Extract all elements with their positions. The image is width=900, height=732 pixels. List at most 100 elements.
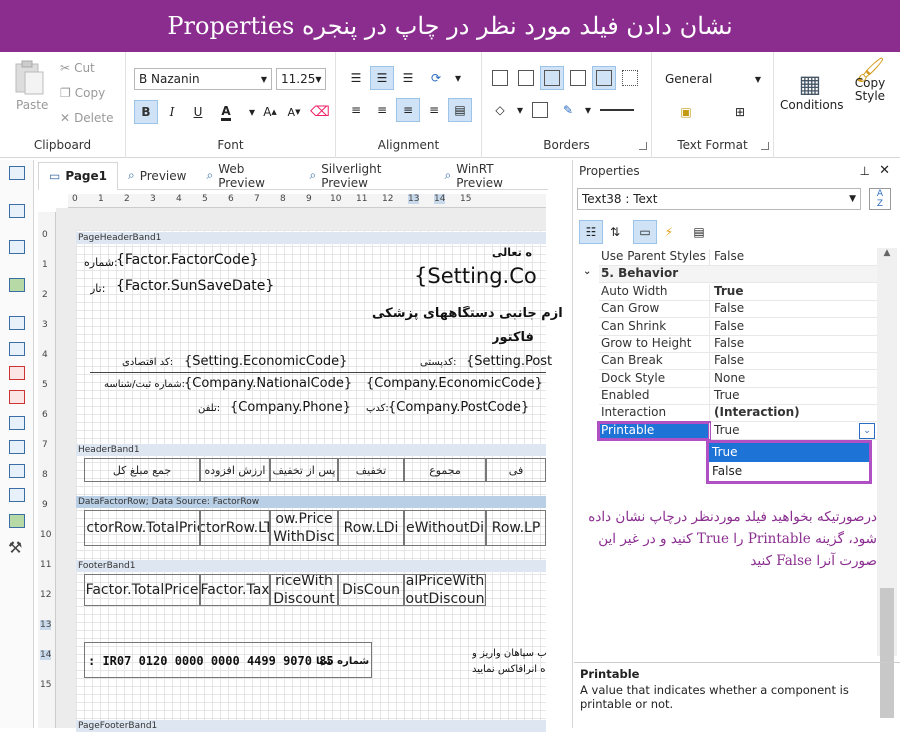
page-footer-band[interactable]: PageFooterBand1 — [76, 720, 546, 732]
pin-icon[interactable]: ⊥ — [860, 164, 870, 178]
format-alt-icon[interactable]: ⊞ — [728, 100, 752, 124]
events-icon[interactable]: ⚡ — [657, 220, 681, 244]
prop-interaction[interactable]: Interaction (Interaction) — [599, 405, 877, 423]
page-header-band[interactable]: PageHeaderBand1 — [76, 232, 546, 244]
eraser-icon[interactable]: ⌫ — [308, 100, 332, 124]
tab-page1[interactable]: ▭ Page1 — [38, 161, 118, 191]
categorized-icon[interactable]: ☷ — [579, 220, 603, 244]
tab-web-preview[interactable]: ⌕ Web Preview — [196, 162, 299, 190]
data-cell-tax[interactable]: {FactorRow.LTax} — [200, 510, 270, 546]
bold-button[interactable]: B — [134, 100, 158, 124]
tab-preview[interactable]: ⌕ Preview — [118, 162, 196, 190]
italic-button[interactable]: I — [160, 100, 184, 124]
header-cell-discount[interactable]: تخفیف — [338, 458, 404, 482]
rich-text-icon[interactable] — [9, 342, 25, 356]
properties-scrollbar[interactable]: ▲ — [877, 248, 897, 718]
align-center-icon[interactable]: ≡ — [370, 98, 394, 122]
grow-font-icon[interactable]: A ▲ — [258, 100, 282, 124]
align-left-icon[interactable]: ≡ — [344, 98, 368, 122]
align-bottom-icon[interactable]: ☰ — [396, 66, 420, 90]
word-wrap-icon[interactable]: ▤ — [448, 98, 472, 122]
shrink-font-icon[interactable]: A ▼ — [282, 100, 306, 124]
band-icon[interactable] — [9, 204, 25, 218]
sheba-number[interactable]: : IR07 0120 0000 0000 4499 9070 85 — [88, 654, 334, 668]
text-icon[interactable] — [9, 316, 25, 330]
data-cell-price-with-disc[interactable]: ow.Price WithDisc — [270, 510, 338, 546]
setting-company-field[interactable]: {Setting.Co — [414, 264, 537, 288]
underline-button[interactable]: U — [186, 100, 210, 124]
launcher-icon[interactable] — [639, 142, 647, 150]
dropdown-option-true[interactable]: True — [709, 443, 869, 462]
prop-grow-to-height[interactable]: Grow to Height False — [599, 336, 877, 354]
align-justify-icon[interactable]: ≡ — [422, 98, 446, 122]
footer-cell-tax[interactable]: {Factor.Tax} — [200, 574, 270, 606]
properties-icon[interactable]: ▭ — [633, 220, 657, 244]
report-page[interactable]: PageHeaderBand1 {Factor.FactorCode} :شما… — [76, 230, 563, 732]
border-right-icon[interactable] — [566, 66, 590, 90]
cut-button[interactable]: ✂ Cut — [60, 61, 95, 75]
border-bottom-icon[interactable] — [592, 66, 616, 90]
report-icon[interactable] — [9, 166, 25, 180]
prop-can-break[interactable]: Can Break False — [599, 353, 877, 371]
text-format-select[interactable]: General ▼ — [660, 68, 766, 90]
border-all-icon[interactable] — [488, 66, 512, 90]
container-icon[interactable] — [9, 464, 25, 478]
economic-code-field[interactable]: {Setting.EconomicCode} — [184, 354, 347, 369]
dropdown-option-false[interactable]: False — [709, 462, 869, 481]
font-color-button[interactable]: A — [214, 100, 238, 124]
company-phone-field[interactable]: {Company.Phone} — [230, 400, 351, 415]
header-cell-price[interactable]: فی — [486, 458, 546, 482]
data-cell-without-disc[interactable]: eWithoutDi — [404, 510, 486, 546]
data-cell-total-price[interactable]: {FactorRow.TotalPrice} — [84, 510, 200, 546]
text-in-cells-icon[interactable] — [9, 366, 25, 380]
alphabetical-icon[interactable]: ⇅ — [603, 220, 627, 244]
tools-icon[interactable]: ⚒ — [8, 538, 22, 557]
border-style-select[interactable] — [594, 98, 640, 122]
company-economic-field[interactable]: {Company.EconomicCode} — [366, 376, 543, 391]
copy-button[interactable]: ❐ Copy — [60, 86, 105, 100]
data-cell-unit-price[interactable]: Row.LP — [486, 510, 546, 546]
font-family-select[interactable]: B Nazanin ▼ — [134, 68, 272, 90]
scroll-up-icon[interactable]: ▲ — [877, 248, 897, 258]
copy-style-button[interactable]: 🖌 Copy Style — [844, 58, 896, 103]
conditions-button[interactable]: ▦ Conditions — [780, 70, 844, 112]
prop-use-parent-styles[interactable]: Use Parent Styles False — [599, 249, 877, 267]
format-icon[interactable]: ▣ — [674, 100, 698, 124]
launcher-icon[interactable] — [761, 142, 769, 150]
image-band-icon[interactable] — [9, 278, 25, 292]
tab-silverlight-preview[interactable]: ⌕ Silverlight Preview — [299, 162, 434, 190]
shadow-icon[interactable] — [528, 98, 552, 122]
footer-cell-price-with-disc[interactable]: riceWith Discount — [270, 574, 338, 606]
rotate-text-icon[interactable]: ⟳ — [424, 66, 448, 90]
sys-text-icon[interactable] — [9, 390, 25, 404]
prop-can-shrink[interactable]: Can Shrink False — [599, 319, 877, 337]
header-band[interactable]: HeaderBand1 — [76, 444, 546, 456]
setting-post-field[interactable]: {Setting.Post — [466, 354, 552, 369]
chevron-down-icon[interactable]: ▾ — [446, 66, 470, 90]
chevron-down-icon[interactable]: ⌄ — [859, 423, 875, 439]
border-top-icon[interactable] — [540, 66, 564, 90]
property-pages-icon[interactable]: ▤ — [687, 220, 711, 244]
company-post-field[interactable]: {Company.PostCode} — [388, 400, 529, 415]
prop-category-behavior[interactable]: ⌄ 5. Behavior — [583, 266, 877, 284]
footer-cell-total-price[interactable]: {Factor.TotalPrice} — [84, 574, 200, 606]
image-icon[interactable] — [9, 514, 25, 528]
cross-band-icon[interactable] — [9, 240, 25, 254]
footer-cell-discount[interactable]: DisCoun — [338, 574, 404, 606]
prop-can-grow[interactable]: Can Grow False — [599, 301, 877, 319]
font-size-select[interactable]: 11.25 ▼ — [276, 68, 326, 90]
border-left-icon[interactable] — [514, 66, 538, 90]
tab-winrt-preview[interactable]: ⌕ WinRT Preview — [435, 162, 549, 190]
sun-save-date-field[interactable]: {Factor.SunSaveDate} — [116, 278, 274, 294]
shape-icon[interactable] — [9, 488, 25, 502]
footer-band[interactable]: FooterBand1 — [76, 560, 546, 572]
factor-code-field[interactable]: {Factor.FactorCode} — [116, 252, 259, 268]
border-none-icon[interactable] — [618, 66, 642, 90]
prop-printable[interactable]: Printable True ⌄ — [597, 420, 877, 442]
panel-icon[interactable] — [9, 416, 25, 430]
delete-button[interactable]: ✕ Delete — [60, 111, 114, 125]
component-select[interactable]: Text38 : Text ▼ — [577, 188, 861, 210]
header-cell-total[interactable]: جمع مبلغ کل — [84, 458, 200, 482]
clone-icon[interactable] — [9, 440, 25, 454]
align-middle-icon[interactable]: ☰ — [370, 66, 394, 90]
